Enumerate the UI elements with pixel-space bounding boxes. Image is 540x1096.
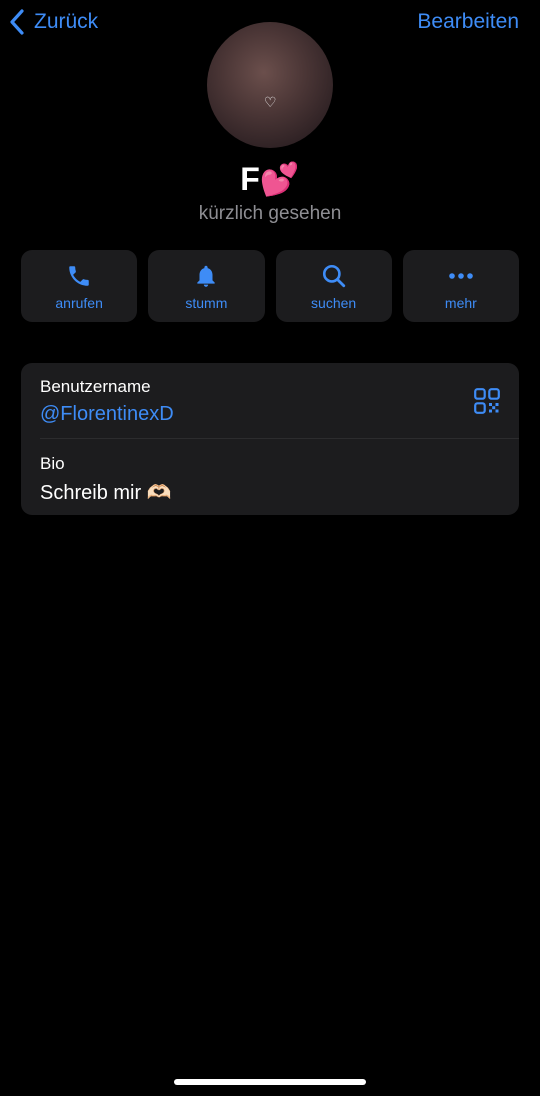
bio-row: Bio Schreib mir 🫶🏻 <box>40 454 172 505</box>
mute-button[interactable]: stumm <box>148 250 265 322</box>
bio-text: Schreib mir 🫶🏻 <box>40 482 172 504</box>
search-label: suchen <box>311 294 357 311</box>
more-label: mehr <box>444 294 477 311</box>
avatar-heart: ♡ <box>264 94 277 110</box>
edit-button[interactable]: Bearbeiten <box>417 6 519 38</box>
username-label: Benutzername <box>40 377 151 396</box>
info-card: Benutzername @FlorentinexD Bio Schreib m… <box>21 363 519 515</box>
profile-name: F💕 <box>240 161 300 197</box>
last-seen-status: kürzlich gesehen <box>198 203 342 224</box>
search-icon <box>320 262 348 290</box>
username-row[interactable]: Benutzername @FlorentinexD <box>40 377 174 426</box>
call-label: anrufen <box>55 294 103 311</box>
divider <box>40 438 519 439</box>
home-indicator[interactable] <box>174 1079 366 1085</box>
qr-code-icon[interactable] <box>474 388 500 414</box>
action-bar: anrufen stumm suchen mehr <box>21 250 519 322</box>
bell-icon <box>192 262 220 290</box>
more-button[interactable]: mehr <box>402 250 519 322</box>
phone-icon <box>65 262 93 290</box>
more-icon <box>447 262 475 290</box>
avatar[interactable]: ♡ <box>207 22 333 148</box>
bio-label: Bio <box>40 454 65 473</box>
back-button[interactable]: Zurück <box>8 6 98 38</box>
username-value[interactable]: @FlorentinexD <box>40 403 174 426</box>
search-button[interactable]: suchen <box>275 250 392 322</box>
chevron-left-icon <box>10 9 24 35</box>
mute-label: stumm <box>185 294 228 311</box>
back-label: Zurück <box>34 10 99 33</box>
call-button[interactable]: anrufen <box>21 250 138 322</box>
